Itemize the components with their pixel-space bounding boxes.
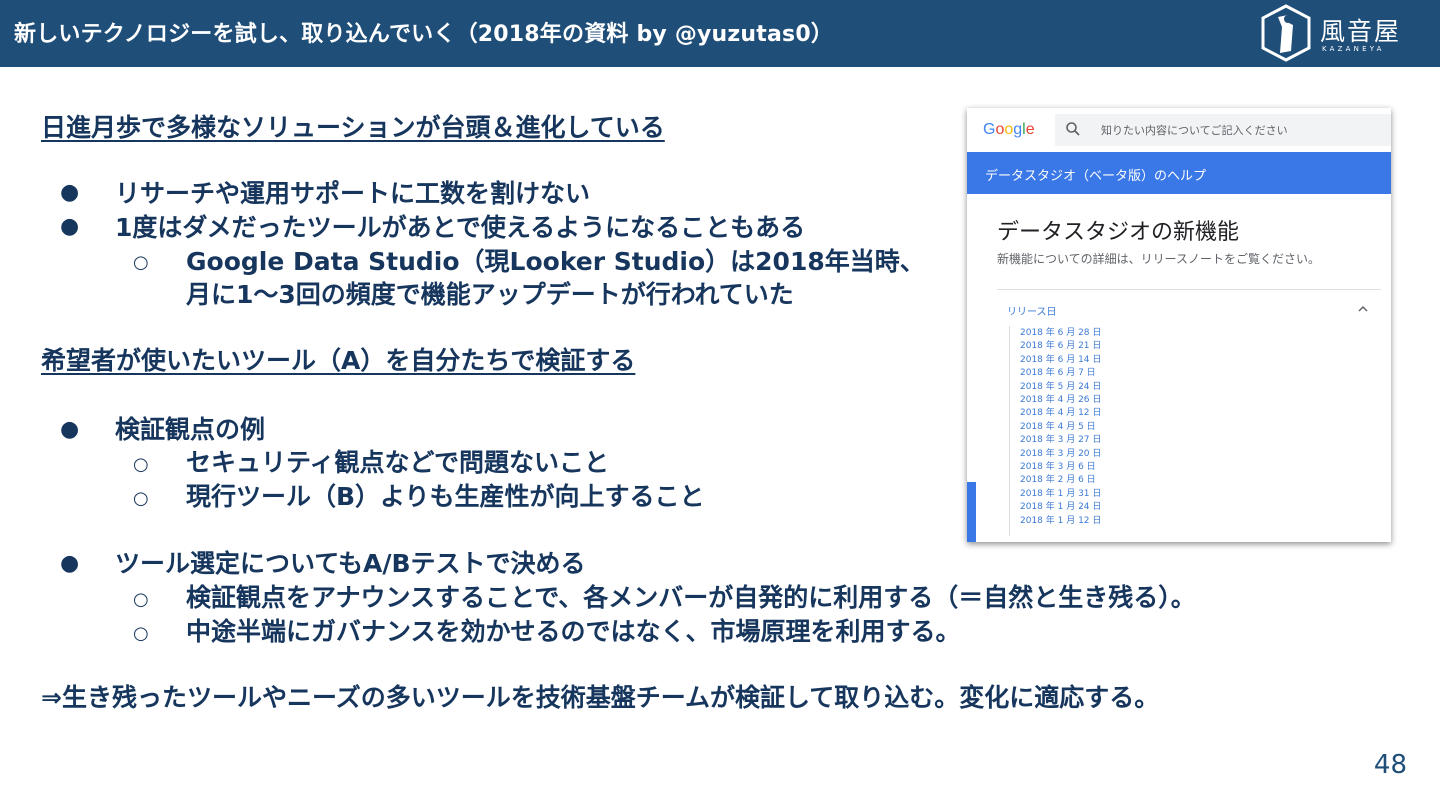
bullet-text: 検証観点の例: [115, 415, 266, 444]
sub-bullet-circle: ○: [133, 589, 149, 610]
sub-bullet-circle: ○: [133, 623, 149, 644]
sub-bullet-circle: ○: [133, 454, 149, 475]
data-studio-help-screenshot: Google 知りたい内容についてご記入ください データスタジオ（ベータ版）のヘ…: [967, 108, 1391, 542]
article-title: データスタジオの新機能: [997, 220, 1240, 245]
bullet-dot: ●: [60, 214, 80, 239]
conclusion-text: ⇒生き残ったツールやニーズの多いツールを技術基盤チームが検証して取り込む。変化に…: [41, 683, 1160, 712]
left-accent-strip-mask: [967, 194, 976, 482]
sub-bullet-text: 中途半端にガバナンスを効かせるのではなく、市場原理を利用する。: [186, 617, 961, 646]
release-date-link[interactable]: 2018 年 3 月 6 日: [1020, 461, 1101, 474]
google-logo-letter: o: [1004, 121, 1014, 138]
release-date-link[interactable]: 2018 年 4 月 26 日: [1020, 394, 1101, 407]
bullet-text: 1度はダメだったツールがあとで使えるようになることもある: [115, 213, 806, 242]
sub-bullet-circle: ○: [133, 488, 149, 509]
release-date-link[interactable]: 2018 年 1 月 24 日: [1020, 501, 1101, 514]
bullet-dot: ●: [60, 417, 80, 442]
google-top-bar: Google 知りたい内容についてご記入ください: [967, 108, 1391, 152]
release-list-rule: [1009, 326, 1010, 536]
divider: [997, 289, 1381, 290]
release-date-link[interactable]: 2018 年 6 月 14 日: [1020, 354, 1101, 367]
release-date-link[interactable]: 2018 年 3 月 20 日: [1020, 448, 1101, 461]
release-date-link[interactable]: 2018 年 1 月 12 日: [1020, 515, 1101, 528]
release-date-link[interactable]: 2018 年 6 月 7 日: [1020, 367, 1101, 380]
chevron-up-icon[interactable]: [1357, 304, 1369, 314]
help-center-bar: データスタジオ（ベータ版）のヘルプ: [967, 152, 1391, 194]
article-description: 新機能についての詳細は、リリースノートをご覧ください。: [997, 252, 1321, 266]
sub-bullet-text: 検証観点をアナウンスすることで、各メンバーが自発的に利用する（＝自然と生き残る）…: [186, 583, 1196, 612]
sub-bullet-text: セキュリティ観点などで問題ないこと: [186, 448, 610, 477]
bullet-dot: ●: [60, 180, 80, 205]
release-date-link[interactable]: 2018 年 5 月 24 日: [1020, 381, 1101, 394]
bullet-text: ツール選定についてもA/Bテストで決める: [115, 549, 586, 578]
release-date-link[interactable]: 2018 年 6 月 28 日: [1020, 327, 1101, 340]
search-icon: [1066, 122, 1080, 136]
release-date-link[interactable]: 2018 年 3 月 27 日: [1020, 434, 1101, 447]
bullet-text: リサーチや運用サポートに工数を割けない: [115, 179, 591, 208]
bullet-dot: ●: [60, 551, 80, 576]
google-logo-letter: e: [1025, 121, 1035, 138]
release-date-link[interactable]: 2018 年 4 月 12 日: [1020, 407, 1101, 420]
help-center-title[interactable]: データスタジオ（ベータ版）のヘルプ: [985, 165, 1206, 184]
release-date-accordion-label[interactable]: リリース日: [1007, 303, 1057, 318]
help-search-box[interactable]: 知りたい内容についてご記入ください: [1055, 114, 1391, 146]
google-logo-letter: g: [1013, 121, 1023, 138]
section-heading-1: 日進月歩で多様なソリューションが台頭＆進化している: [41, 113, 665, 142]
release-date-link[interactable]: 2018 年 2 月 6 日: [1020, 474, 1101, 487]
sub-bullet-text: Google Data Studio（現Looker Studio）は2018年…: [186, 247, 925, 276]
google-logo-letter: G: [983, 121, 996, 138]
release-date-link[interactable]: 2018 年 6 月 21 日: [1020, 340, 1101, 353]
release-date-list: 2018 年 6 月 28 日 2018 年 6 月 21 日 2018 年 6 月…: [1020, 327, 1101, 528]
sub-bullet-circle: ○: [133, 252, 149, 273]
sub-bullet-text-continued: 月に1〜3回の頻度で機能アップデートが行われていた: [186, 280, 794, 309]
release-date-link[interactable]: 2018 年 4 月 5 日: [1020, 421, 1101, 434]
sub-bullet-text: 現行ツール（B）よりも生産性が向上すること: [186, 482, 705, 511]
section-heading-2: 希望者が使いたいツール（A）を自分たちで検証する: [41, 346, 636, 375]
google-logo: Google: [983, 121, 1035, 139]
search-placeholder: 知りたい内容についてご記入ください: [1101, 124, 1288, 137]
page-number: 48: [1373, 750, 1407, 780]
release-date-link[interactable]: 2018 年 1 月 31 日: [1020, 488, 1101, 501]
